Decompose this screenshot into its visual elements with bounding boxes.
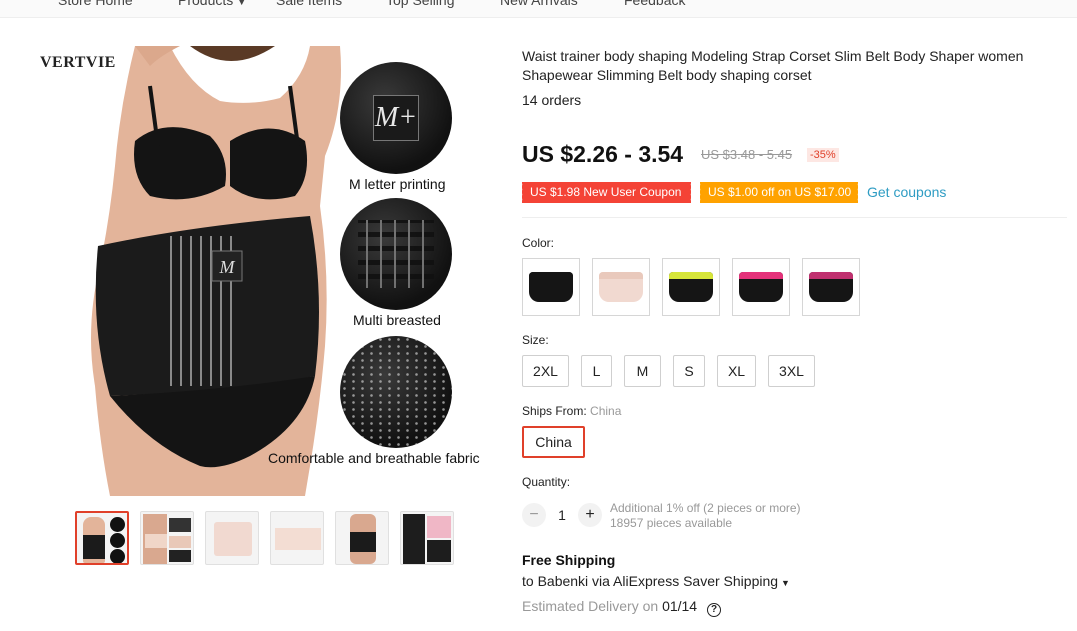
nav-new-arrivals[interactable]: New Arrivals [500, 0, 578, 8]
thumbnail-5[interactable] [335, 511, 389, 565]
mesh-texture [340, 336, 452, 448]
thumb-corset [145, 534, 167, 548]
belt-image [739, 272, 783, 302]
thumb-detail [169, 550, 191, 562]
thumb-figure [403, 514, 425, 564]
chevron-down-icon: ▼ [237, 0, 247, 7]
thumb-circle [110, 517, 125, 532]
caption-breathable-fabric: Comfortable and breathable fabric [268, 450, 480, 466]
thumb-corset [350, 532, 376, 552]
delivery-label: Estimated Delivery on [522, 598, 659, 614]
ships-from-china-option[interactable]: China [522, 426, 585, 458]
thumb-corset [275, 528, 321, 550]
product-main-image[interactable]: M VERTVIE M+ M letter printing Multi bre… [40, 46, 488, 496]
thumbnail-1[interactable] [75, 511, 129, 565]
nav-feedback[interactable]: Feedback [624, 0, 685, 8]
size-option-3xl[interactable]: 3XL [768, 355, 815, 387]
color-swatch-black-rose[interactable] [732, 258, 790, 316]
store-coupon[interactable]: US $1.00 off on US $17.00 [698, 182, 858, 203]
belt-band [739, 272, 783, 279]
belt-image [529, 272, 573, 302]
ships-from-title: Ships From: [522, 404, 587, 418]
size-option-2xl[interactable]: 2XL [522, 355, 569, 387]
free-shipping-title: Free Shipping [522, 552, 616, 568]
thumb-circle [110, 533, 125, 548]
thumb-corset [83, 535, 105, 559]
estimated-delivery: Estimated Delivery on 01/14 ? [522, 598, 721, 617]
quantity-increase-button[interactable]: + [578, 503, 602, 527]
thumb-circle [110, 549, 125, 563]
nav-top-selling[interactable]: Top Selling [386, 0, 455, 8]
color-swatch-black[interactable] [522, 258, 580, 316]
caption-multi-breasted: Multi breasted [353, 312, 441, 328]
size-option-m[interactable]: M [624, 355, 661, 387]
size-option-s[interactable]: S [673, 355, 705, 387]
color-swatch-black-yellow[interactable] [662, 258, 720, 316]
shipping-method-text: to Babenki via AliExpress Saver Shipping [522, 573, 779, 589]
delivery-date: 01/14 [662, 598, 698, 614]
product-title: Waist trainer body shaping Modeling Stra… [522, 48, 1024, 83]
color-swatch-black-pink[interactable] [802, 258, 860, 316]
detail-logo-circle: M+ [340, 62, 452, 174]
thumb-detail [427, 540, 451, 562]
stock-available: 18957 pieces available [610, 516, 733, 530]
new-user-coupon[interactable]: US $1.98 New User Coupon [520, 182, 691, 203]
hooks-texture [358, 220, 434, 288]
belt-band [669, 272, 713, 279]
size-label: Size: [522, 333, 549, 347]
thumb-detail [169, 536, 191, 548]
quantity-decrease-button[interactable]: − [522, 503, 546, 527]
thumbnail-2[interactable] [140, 511, 194, 565]
nav-store-home[interactable]: Store Home [58, 0, 133, 8]
detail-hooks-circle [340, 198, 452, 310]
belt-band [529, 272, 573, 279]
thumb-detail [427, 516, 451, 538]
svg-text:M: M [219, 257, 236, 277]
section-divider [522, 217, 1067, 218]
get-coupons-link[interactable]: Get coupons [867, 184, 946, 200]
quantity-value[interactable]: 1 [552, 507, 572, 523]
logo-tag: M+ [373, 95, 419, 141]
belt-band [599, 272, 643, 279]
ships-from-label: Ships From: China [522, 404, 621, 418]
belt-image [669, 272, 713, 302]
size-option-l[interactable]: L [581, 355, 612, 387]
quantity-label: Quantity: [522, 475, 571, 489]
original-price: US $3.48 - 5.45 [701, 147, 793, 162]
caption-letter-printing: M letter printing [349, 176, 446, 192]
question-icon[interactable]: ? [707, 603, 721, 617]
nav-products-label: Products [178, 0, 234, 8]
nav-products[interactable]: Products ▼ [178, 0, 246, 8]
brand-logo: VERTVIE [40, 54, 116, 71]
chevron-down-icon: ▼ [781, 578, 790, 588]
color-label: Color: [522, 236, 555, 250]
belt-image [599, 272, 643, 302]
nav-sale-items[interactable]: Sale Items [276, 0, 342, 8]
current-price: US $2.26 - 3.54 [522, 141, 684, 167]
thumbnail-3[interactable] [205, 511, 259, 565]
ships-from-value: China [590, 404, 622, 418]
shipping-method-selector[interactable]: to Babenki via AliExpress Saver Shipping… [522, 573, 790, 589]
thumb-detail [169, 518, 191, 532]
thumbnail-4[interactable] [270, 511, 324, 565]
discount-badge: -35% [807, 148, 839, 162]
size-option-xl[interactable]: XL [717, 355, 756, 387]
bulk-discount-note: Additional 1% off (2 pieces or more) [610, 501, 801, 515]
belt-image [809, 272, 853, 302]
belt-band [809, 272, 853, 279]
color-swatch-nude[interactable] [592, 258, 650, 316]
detail-fabric-circle [340, 336, 452, 448]
thumb-corset [214, 522, 252, 556]
order-count: 14 orders [522, 92, 582, 108]
thumbnail-6[interactable] [400, 511, 454, 565]
store-nav: Store Home Products ▼ Sale Items Top Sell… [0, 0, 1077, 18]
